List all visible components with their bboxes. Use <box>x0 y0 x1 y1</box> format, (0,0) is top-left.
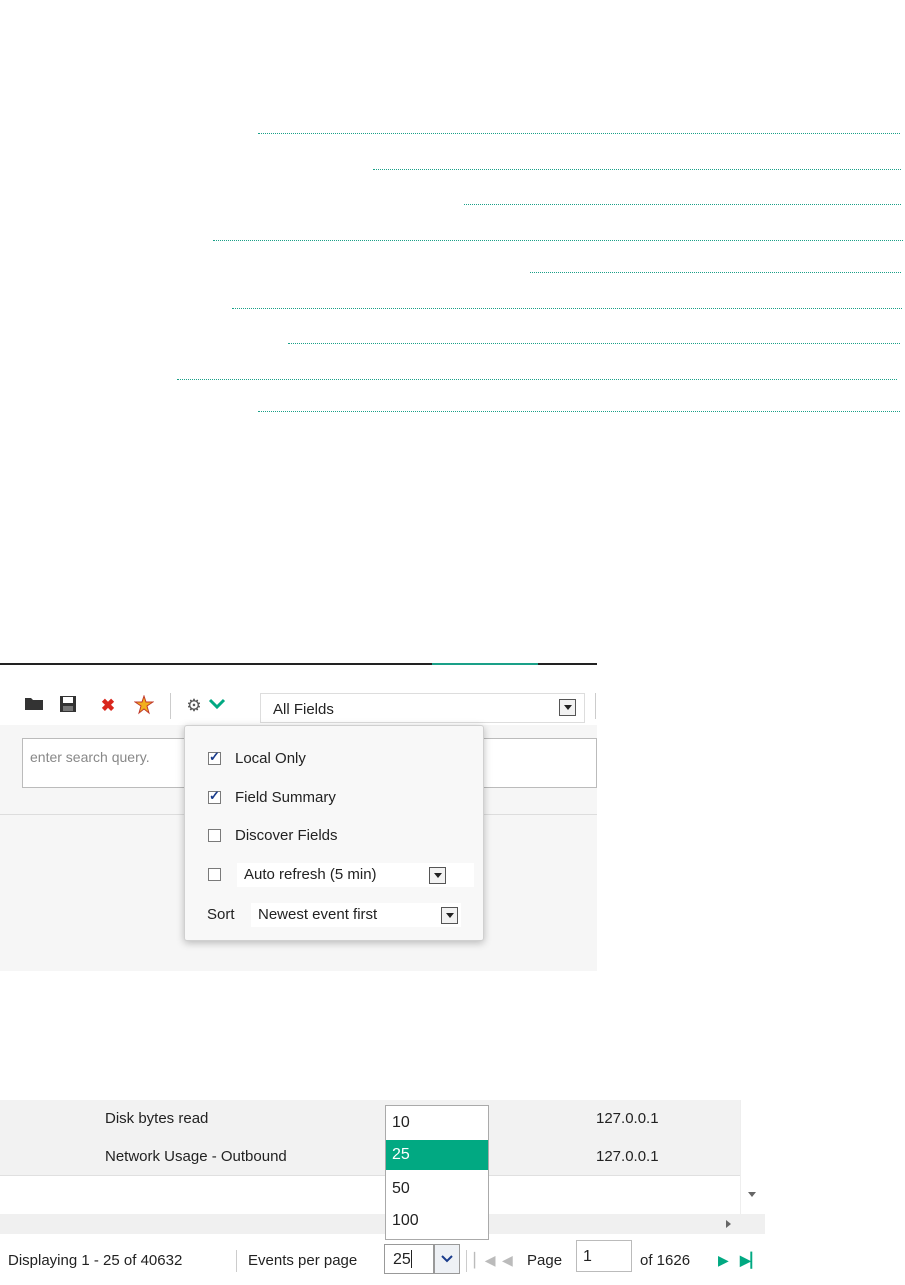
table-row[interactable]: Network Usage - Outbound 127.0.0.1 <box>0 1138 740 1176</box>
option-label: 100 <box>392 1212 419 1229</box>
gear-icon[interactable]: ⚙ <box>184 695 204 717</box>
delete-icon[interactable]: ✖ <box>98 695 118 717</box>
chevron-down-icon[interactable] <box>207 695 227 717</box>
auto-refresh-checkbox[interactable] <box>208 868 221 881</box>
folder-icon[interactable] <box>24 695 44 717</box>
search-toolbar: ✖ ⚙ All Fields <box>0 665 597 725</box>
next-page-icon[interactable]: ▶ <box>718 1252 729 1269</box>
field-summary-checkbox[interactable] <box>208 788 221 804</box>
event-name-cell: Network Usage - Outbound <box>105 1148 287 1165</box>
first-page-icon[interactable]: ▏◀ <box>474 1252 496 1269</box>
chevron-down-icon <box>441 1255 453 1263</box>
last-page-icon[interactable]: ▶▏ <box>740 1252 762 1269</box>
pager-separator <box>236 1250 237 1272</box>
events-per-page-value: 25 <box>393 1251 411 1268</box>
save-icon[interactable] <box>58 695 78 717</box>
dotted-line <box>464 204 901 205</box>
page-number-value: 1 <box>583 1248 592 1265</box>
auto-refresh-dropdown-button[interactable] <box>429 867 446 884</box>
pager-separator <box>466 1250 467 1272</box>
sort-select[interactable]: Newest event first <box>251 903 461 927</box>
page-label: Page <box>527 1252 563 1269</box>
auto-refresh-select[interactable]: Auto refresh (5 min) <box>237 863 474 887</box>
auto-refresh-label: Auto refresh (5 min) <box>244 866 377 883</box>
per-page-option-25[interactable]: 25 <box>386 1140 488 1170</box>
scroll-down-arrow-icon[interactable] <box>748 1192 756 1197</box>
previous-page-icon[interactable]: ◀ <box>502 1252 513 1269</box>
dotted-line <box>288 343 900 344</box>
toolbar-separator <box>595 693 596 719</box>
field-select[interactable]: All Fields <box>260 693 585 723</box>
vertical-scrollbar[interactable] <box>740 1100 766 1214</box>
page-count: of 1626 <box>640 1252 691 1269</box>
discover-fields-label: Discover Fields <box>235 827 338 844</box>
events-grid: Disk bytes read 127.0.0.1 Network Usage … <box>0 1100 766 1214</box>
displaying-count: Displaying 1 - 25 of 40632 <box>8 1252 183 1269</box>
per-page-option-10[interactable]: 10 <box>386 1108 488 1138</box>
dotted-line <box>213 240 903 241</box>
search-settings-popup: Local Only Field Summary Discover Fields… <box>184 725 484 941</box>
option-label: 50 <box>392 1180 410 1197</box>
sort-select-value: Newest event first <box>258 906 378 923</box>
dotted-line <box>232 308 902 309</box>
event-ip-cell: 127.0.0.1 <box>596 1110 659 1127</box>
option-label: 25 <box>392 1146 410 1163</box>
sort-label: Sort <box>207 906 235 923</box>
dotted-line <box>258 133 900 134</box>
local-only-label: Local Only <box>235 750 306 767</box>
per-page-option-50[interactable]: 50 <box>386 1174 488 1204</box>
events-per-page-input[interactable]: 25 <box>384 1244 434 1274</box>
dotted-line <box>258 411 900 412</box>
search-placeholder: enter search query. <box>30 749 150 765</box>
event-name-cell: Disk bytes read <box>105 1110 209 1127</box>
dotted-line <box>530 272 901 273</box>
table-row[interactable]: Disk bytes read 127.0.0.1 <box>0 1100 740 1139</box>
discover-fields-checkbox[interactable] <box>208 829 221 842</box>
page-number-input[interactable]: 1 <box>576 1240 632 1272</box>
events-per-page-dropdown-list: 10 25 50 100 <box>385 1105 489 1240</box>
pagination-bar: Displaying 1 - 25 of 40632 Events per pa… <box>0 1236 775 1276</box>
table-row-empty <box>0 1176 740 1214</box>
local-only-checkbox[interactable] <box>208 749 221 765</box>
events-per-page-dropdown-button[interactable] <box>434 1244 460 1274</box>
field-select-dropdown-button[interactable] <box>559 699 576 716</box>
sort-dropdown-button[interactable] <box>441 907 458 924</box>
horizontal-scrollbar[interactable] <box>0 1214 765 1234</box>
dotted-line <box>373 169 901 170</box>
dotted-line <box>177 379 897 380</box>
scroll-right-arrow-icon[interactable] <box>726 1220 731 1228</box>
toolbar-separator <box>170 693 171 719</box>
option-label: 10 <box>392 1114 410 1131</box>
field-summary-label: Field Summary <box>235 789 336 806</box>
per-page-option-100[interactable]: 100 <box>386 1206 488 1236</box>
field-select-value: All Fields <box>273 701 334 718</box>
event-ip-cell: 127.0.0.1 <box>596 1148 659 1165</box>
text-cursor <box>411 1250 412 1268</box>
wand-icon[interactable] <box>133 694 155 717</box>
events-per-page-label: Events per page <box>248 1252 358 1269</box>
